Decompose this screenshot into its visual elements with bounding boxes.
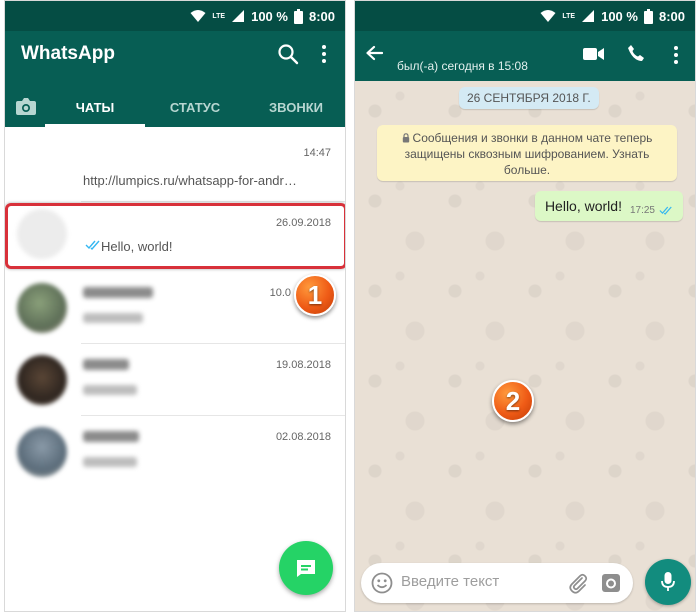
- battery-percent: 100 %: [601, 8, 638, 24]
- active-tab-indicator: [45, 124, 145, 127]
- outgoing-message[interactable]: Hello, world! 17:25: [534, 191, 683, 221]
- last-seen: был(-а) сегодня в 15:08: [397, 59, 528, 73]
- camera-icon[interactable]: [601, 573, 621, 593]
- chat-row[interactable]: 19.08.2018: [5, 345, 345, 415]
- contact-name-hidden[interactable]: [395, 35, 445, 55]
- wifi-icon: [190, 10, 206, 22]
- blurred-name: [83, 287, 153, 298]
- chat-row[interactable]: 10.0: [5, 273, 345, 343]
- screenshot-stage: LTE 100 % 8:00 WhatsApp ЧАТЫ СТАТУС ЗВОН…: [0, 0, 700, 616]
- tab-calls[interactable]: ЗВОНКИ: [245, 87, 345, 127]
- message-time: 17:25: [629, 204, 655, 216]
- signal-icon: [232, 10, 245, 22]
- step-badge-1: 1: [294, 274, 336, 316]
- chat-time: 14:47: [303, 147, 331, 159]
- emoji-icon[interactable]: [371, 572, 393, 594]
- more-vert-icon[interactable]: [317, 44, 331, 64]
- avatar: [17, 283, 67, 333]
- chat-row[interactable]: 14:47 http://lumpics.ru/whatsapp-for-and…: [5, 133, 345, 203]
- encryption-text: Сообщения и звонки в данном чате теперь …: [404, 131, 653, 177]
- status-bar: LTE 100 % 8:00: [355, 1, 695, 31]
- battery-icon: [643, 8, 653, 24]
- chat-time: 10.0: [269, 287, 291, 299]
- chat-time: 19.08.2018: [275, 359, 331, 371]
- lte-indicator: LTE: [212, 12, 226, 20]
- lock-icon: [402, 133, 409, 143]
- row-divider: [81, 343, 345, 344]
- row-divider: [81, 415, 345, 416]
- chat-preview: http://lumpics.ru/whatsapp-for-andr…: [83, 173, 297, 188]
- avatar: [17, 427, 67, 477]
- app-bar: WhatsApp ЧАТЫ СТАТУС ЗВОНКИ: [5, 31, 345, 127]
- more-vert-icon[interactable]: [671, 45, 681, 65]
- tab-chats[interactable]: ЧАТЫ: [45, 87, 145, 127]
- message-input-bar: Введите текст: [361, 563, 633, 603]
- date-label: 26 СЕНТЯБРЯ 2018 Г.: [459, 87, 599, 109]
- battery-icon: [293, 8, 303, 24]
- blurred-preview: [83, 457, 137, 467]
- signal-icon: [582, 10, 595, 22]
- new-chat-button[interactable]: [279, 541, 333, 595]
- new-chat-icon: [297, 560, 315, 577]
- clock: 8:00: [308, 8, 335, 24]
- blurred-name: [83, 359, 129, 370]
- status-bar: LTE 100 % 8:00: [5, 1, 345, 31]
- mic-icon: [661, 572, 675, 591]
- battery-percent: 100 %: [251, 8, 288, 24]
- clock: 8:00: [658, 8, 685, 24]
- chat-screen: LTE 100 % 8:00 был(-а) сегодня в 15:08 2…: [354, 0, 696, 612]
- wifi-icon: [540, 10, 556, 22]
- lte-indicator: LTE: [562, 12, 576, 20]
- back-arrow-icon[interactable]: [365, 45, 383, 61]
- app-title: WhatsApp: [21, 43, 115, 64]
- search-icon[interactable]: [277, 43, 299, 65]
- blurred-preview: [83, 385, 137, 395]
- encryption-notice[interactable]: Сообщения и звонки в данном чате теперь …: [377, 125, 677, 181]
- message-input[interactable]: Введите текст: [401, 573, 499, 590]
- double-check-icon: [659, 206, 672, 215]
- video-call-icon[interactable]: [583, 46, 605, 62]
- tab-bar: ЧАТЫ СТАТУС ЗВОНКИ: [5, 87, 345, 127]
- step-badge-2: 2: [492, 380, 534, 422]
- avatar: [17, 355, 67, 405]
- blurred-preview: [83, 313, 143, 323]
- chat-list-screen: LTE 100 % 8:00 WhatsApp ЧАТЫ СТАТУС ЗВОН…: [4, 0, 346, 612]
- phone-icon[interactable]: [627, 44, 645, 62]
- voice-message-button[interactable]: [645, 559, 691, 605]
- blurred-name: [83, 431, 139, 442]
- row-divider: [81, 201, 345, 202]
- chat-header: был(-а) сегодня в 15:08: [355, 31, 695, 81]
- attach-icon[interactable]: [567, 572, 589, 594]
- tab-status[interactable]: СТАТУС: [145, 87, 245, 127]
- highlight-frame: [5, 203, 345, 269]
- chat-row[interactable]: 02.08.2018: [5, 417, 345, 487]
- camera-icon[interactable]: [15, 96, 37, 116]
- chat-time: 02.08.2018: [275, 431, 331, 443]
- message-text: Hello, world!: [544, 198, 622, 214]
